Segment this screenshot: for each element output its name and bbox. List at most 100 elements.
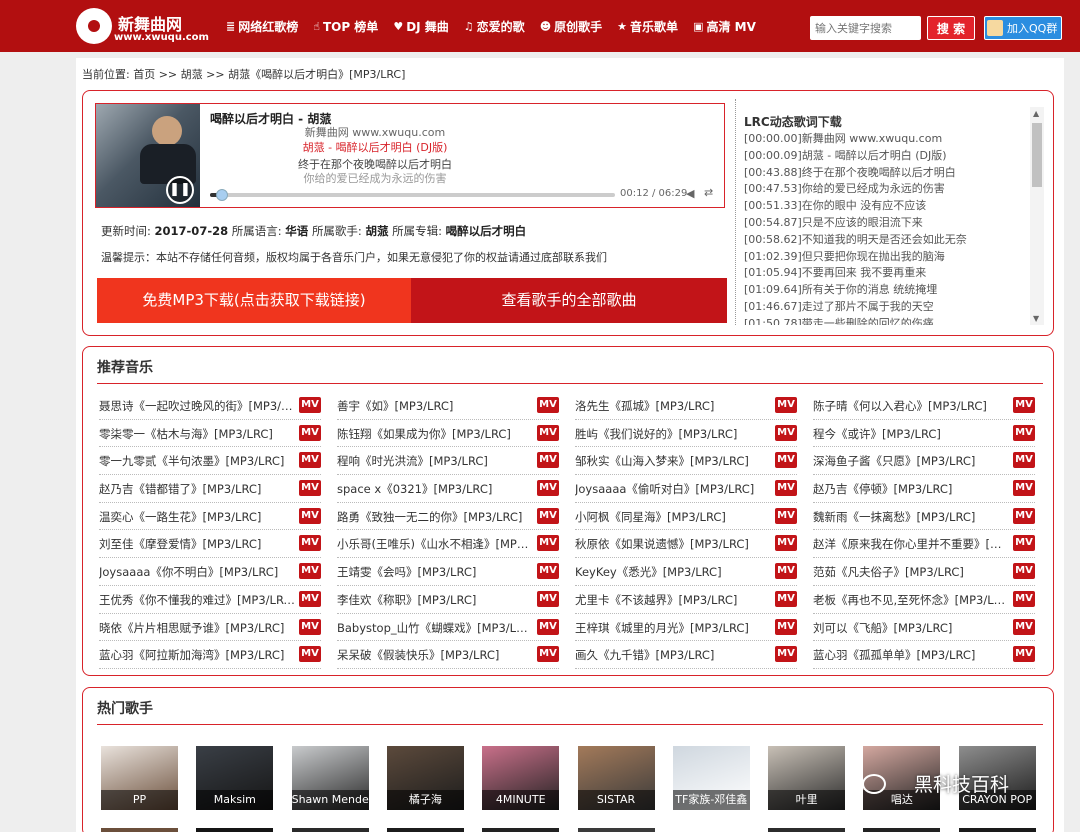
mv-badge[interactable]: MV: [299, 507, 321, 524]
mv-badge[interactable]: MV: [775, 590, 797, 607]
mv-badge[interactable]: MV: [537, 563, 559, 580]
song-link[interactable]: 路勇《致独一无二的你》[MP3/LRC]: [337, 509, 533, 525]
mv-badge[interactable]: MV: [299, 424, 321, 441]
song-link[interactable]: 善宇《如》[MP3/LRC]: [337, 398, 533, 414]
mv-badge[interactable]: MV: [537, 535, 559, 552]
mv-badge[interactable]: MV: [299, 452, 321, 469]
mv-badge[interactable]: MV: [1013, 535, 1035, 552]
song-link[interactable]: KeyKey《悉光》[MP3/LRC]: [575, 564, 771, 580]
mv-badge[interactable]: MV: [537, 618, 559, 635]
mv-badge[interactable]: MV: [1013, 397, 1035, 413]
lrc-title[interactable]: LRC动态歌词下载: [744, 113, 842, 130]
mv-badge[interactable]: MV: [775, 452, 797, 469]
mv-badge[interactable]: MV: [1013, 452, 1035, 469]
nav-item-playlists[interactable]: ★ 音乐歌单: [617, 18, 678, 35]
search-button[interactable]: 搜 索: [927, 16, 975, 40]
song-link[interactable]: 赵洋《原来我在你心里并不重要》[MP3/LRC]: [813, 536, 1009, 552]
song-link[interactable]: 深海鱼子酱《只愿》[MP3/LRC]: [813, 453, 1009, 469]
song-link[interactable]: 赵乃吉《停顿》[MP3/LRC]: [813, 481, 1009, 497]
mv-badge[interactable]: MV: [775, 507, 797, 524]
song-link[interactable]: 呆呆破《假装快乐》[MP3/LRC]: [337, 647, 533, 663]
album-value[interactable]: 喝醉以后才明白: [446, 224, 527, 238]
nav-item-original-singers[interactable]: ☻ 原创歌手: [540, 18, 602, 35]
song-link[interactable]: Joysaaaa《你不明白》[MP3/LRC]: [99, 564, 295, 580]
song-link[interactable]: 魏新雨《一抹离愁》[MP3/LRC]: [813, 509, 1009, 525]
nav-item-hot-songs[interactable]: ≣ 网络红歌榜: [226, 18, 298, 35]
song-link[interactable]: 晓依《片片相思赋予谁》[MP3/LRC]: [99, 620, 295, 636]
mv-badge[interactable]: MV: [537, 507, 559, 524]
song-link[interactable]: Joysaaaa《偷听对白》[MP3/LRC]: [575, 481, 771, 497]
mv-badge[interactable]: MV: [299, 646, 321, 663]
mv-badge[interactable]: MV: [537, 452, 559, 469]
progress-handle[interactable]: [216, 189, 229, 201]
song-link[interactable]: space x《0321》[MP3/LRC]: [337, 481, 533, 497]
song-link[interactable]: 刘可以《飞船》[MP3/LRC]: [813, 620, 1009, 636]
song-link[interactable]: 范茹《凡夫俗子》[MP3/LRC]: [813, 564, 1009, 580]
progress-bar[interactable]: [210, 189, 615, 201]
site-logo[interactable]: 新舞曲网 www.xwuqu.com: [76, 8, 209, 46]
scroll-down-icon[interactable]: ▼: [1033, 314, 1039, 323]
singer-card[interactable]: SISTAR: [577, 746, 655, 832]
pause-button[interactable]: ❚❚: [166, 176, 194, 204]
volume-icon[interactable]: ◀: [686, 187, 694, 200]
song-link[interactable]: 程响《时光洪流》[MP3/LRC]: [337, 453, 533, 469]
nav-item-love-songs[interactable]: ♫ 恋爱的歌: [464, 18, 525, 35]
mv-badge[interactable]: MV: [775, 563, 797, 580]
mv-badge[interactable]: MV: [775, 618, 797, 635]
singer-card[interactable]: Shawn Mendes: [291, 746, 369, 832]
loop-icon[interactable]: ⇄: [704, 186, 713, 199]
scroll-up-icon[interactable]: ▲: [1033, 109, 1039, 118]
lrc-scrollbar[interactable]: ▲ ▼: [1030, 107, 1044, 325]
mv-badge[interactable]: MV: [537, 424, 559, 441]
join-qq-group-button[interactable]: 加入QQ群: [984, 16, 1062, 40]
mv-badge[interactable]: MV: [537, 590, 559, 607]
song-link[interactable]: 邹秋实《山海入梦来》[MP3/LRC]: [575, 453, 771, 469]
song-link[interactable]: 尤里卡《不该越界》[MP3/LRC]: [575, 592, 771, 608]
nav-item-top-chart[interactable]: ☝ TOP 榜单: [313, 18, 378, 35]
song-link[interactable]: 老板《再也不见,至死怀念》[MP3/LRC]: [813, 592, 1009, 608]
mv-badge[interactable]: MV: [537, 397, 559, 413]
song-link[interactable]: 聂思诗《一起吹过晚风的街》[MP3/LRC]: [99, 398, 295, 414]
nav-item-dj[interactable]: ♥ DJ 舞曲: [393, 18, 448, 35]
song-link[interactable]: 陈钰翔《如果成为你》[MP3/LRC]: [337, 426, 533, 442]
song-link[interactable]: 小阿枫《同星海》[MP3/LRC]: [575, 509, 771, 525]
song-link[interactable]: 蓝心羽《孤孤单单》[MP3/LRC]: [813, 647, 1009, 663]
singer-card[interactable]: 橘子海: [386, 746, 464, 832]
mv-badge[interactable]: MV: [299, 397, 321, 413]
song-link[interactable]: 零柒零一《枯木与海》[MP3/LRC]: [99, 426, 295, 442]
song-link[interactable]: 小乐哥(王唯乐)《山水不相逢》[MP3/LRC]: [337, 536, 533, 552]
mv-badge[interactable]: MV: [775, 646, 797, 663]
mv-badge[interactable]: MV: [299, 535, 321, 552]
song-link[interactable]: 王梓琪《城里的月光》[MP3/LRC]: [575, 620, 771, 636]
song-link[interactable]: Babystop_山竹《蝴蝶戏》[MP3/LRC]: [337, 620, 533, 636]
mv-badge[interactable]: MV: [775, 424, 797, 441]
mv-badge[interactable]: MV: [1013, 646, 1035, 663]
search-input[interactable]: [810, 16, 921, 40]
song-link[interactable]: 李佳欢《称职》[MP3/LRC]: [337, 592, 533, 608]
song-link[interactable]: 洛先生《孤城》[MP3/LRC]: [575, 398, 771, 414]
mv-badge[interactable]: MV: [775, 480, 797, 497]
mv-badge[interactable]: MV: [537, 480, 559, 497]
song-link[interactable]: 陈子晴《何以入君心》[MP3/LRC]: [813, 398, 1009, 414]
song-link[interactable]: 王靖雯《会吗》[MP3/LRC]: [337, 564, 533, 580]
mv-badge[interactable]: MV: [1013, 507, 1035, 524]
mv-badge[interactable]: MV: [537, 646, 559, 663]
song-link[interactable]: 赵乃吉《错都错了》[MP3/LRC]: [99, 481, 295, 497]
mv-badge[interactable]: MV: [1013, 424, 1035, 441]
mv-badge[interactable]: MV: [299, 480, 321, 497]
mv-badge[interactable]: MV: [1013, 480, 1035, 497]
singer-card[interactable]: 4MINUTE: [482, 746, 560, 832]
singer-card[interactable]: TF家族-邓佳鑫: [672, 746, 750, 832]
singer-card[interactable]: 叶里: [768, 746, 846, 832]
mv-badge[interactable]: MV: [1013, 563, 1035, 580]
mv-badge[interactable]: MV: [1013, 618, 1035, 635]
song-link[interactable]: 零一九零贰《半句浓墨》[MP3/LRC]: [99, 453, 295, 469]
mp3-download-button[interactable]: 免费MP3下载(点击获取下载链接): [97, 278, 411, 323]
singer-value[interactable]: 胡蒎: [365, 224, 388, 238]
song-link[interactable]: 程今《或许》[MP3/LRC]: [813, 426, 1009, 442]
song-link[interactable]: 蓝心羽《阿拉斯加海湾》[MP3/LRC]: [99, 647, 295, 663]
mv-badge[interactable]: MV: [299, 590, 321, 607]
singer-card[interactable]: PP: [101, 746, 178, 832]
scrollbar-thumb[interactable]: [1032, 123, 1042, 187]
breadcrumb-artist-link[interactable]: 胡蒎: [181, 68, 203, 81]
